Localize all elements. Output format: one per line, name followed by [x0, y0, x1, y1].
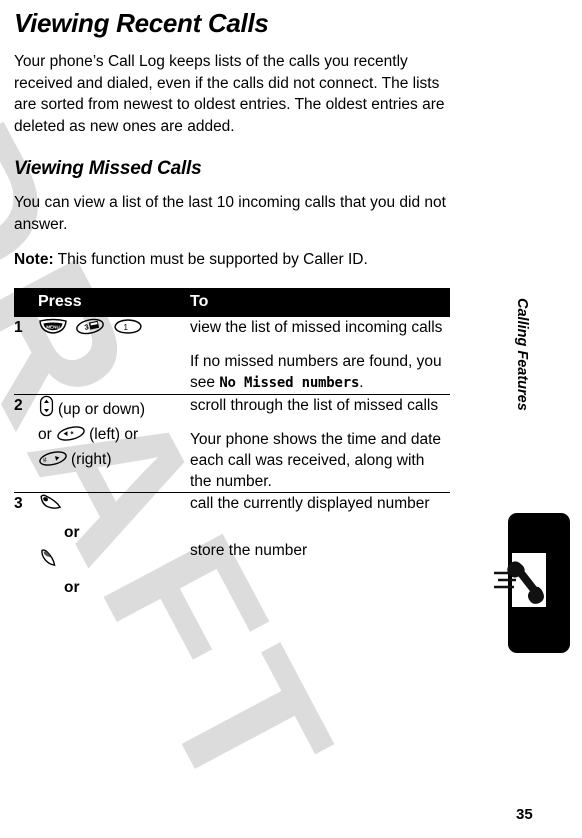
press-conjunction: or [38, 425, 57, 443]
column-header-to: To [190, 287, 450, 317]
device-message: No Missed numbers [219, 374, 360, 391]
svg-text:1: 1 [123, 323, 128, 332]
pound-key-label: (right) [71, 450, 112, 468]
press-line: (up or down) [38, 395, 190, 422]
step-press-cell: or or [38, 491, 190, 603]
svg-text:*: * [70, 429, 76, 439]
svg-text:MENU: MENU [46, 324, 60, 329]
step-number: 1 [14, 318, 23, 336]
step-press-cell: MENU 3 1 [38, 317, 190, 395]
nav-key-label: (up or down) [58, 400, 146, 418]
intro-paragraph: Your phone’s Call Log keeps lists of the… [14, 53, 445, 135]
step-to-cell: scroll through the list of missed calls … [190, 393, 450, 492]
or-separator: or [64, 578, 80, 596]
procedure-table: Press To 1 MENU 3 1 view the list of mis… [14, 287, 450, 603]
send-key-icon [38, 493, 64, 513]
step-to-cell: view the list of missed incoming calls I… [190, 317, 450, 395]
three-key-icon: 3 [75, 318, 105, 335]
table-header-row: Press To [14, 287, 450, 317]
one-key-icon: 1 [113, 318, 143, 335]
column-header-press: Press [38, 287, 190, 317]
store-key-icon [38, 548, 64, 568]
note-text: This function must be supported by Calle… [53, 251, 368, 268]
running-head: Calling Features [514, 298, 530, 411]
step-to-cell: call the currently displayed number stor… [190, 491, 450, 603]
step-to-text-device: If no missed numbers are found, you see … [190, 351, 450, 394]
step-to-text: view the list of missed incoming calls [190, 318, 443, 336]
page-title: Viewing Recent Calls [14, 8, 269, 38]
press-line [38, 548, 190, 573]
section-heading: Viewing Missed Calls [14, 158, 202, 179]
star-key-label: (left) or [89, 425, 139, 443]
step-to-text: store the number [190, 541, 308, 559]
main-column: Viewing Recent Calls Your phone’s Call L… [14, 0, 450, 603]
svg-text:3: 3 [84, 322, 90, 332]
page-content: Viewing Recent Calls Your phone’s Call L… [0, 0, 582, 838]
phone-handset-icon [492, 545, 562, 615]
table-row: 3 or or call the currently displayed num… [14, 491, 450, 603]
press-line: or * (left) or [38, 422, 190, 447]
step-to-text: scroll through the list of missed calls [190, 396, 439, 414]
table-row: 1 MENU 3 1 view the list of missed incom… [14, 317, 450, 395]
note-paragraph: Note: This function must be supported by… [14, 235, 450, 271]
star-key-icon: * [56, 425, 86, 442]
press-line: # (right) [38, 447, 190, 472]
step-number: 2 [14, 393, 38, 492]
device-text-suffix: . [359, 373, 364, 391]
step-to-text: Your phone shows the time and date each … [190, 430, 442, 490]
nav-key-icon [38, 395, 55, 417]
column-header-number [14, 287, 38, 317]
svg-text:#: # [42, 456, 48, 464]
or-separator: or [64, 523, 80, 541]
step-to-text: call the currently displayed number [190, 494, 430, 512]
section-paragraph: You can view a list of the last 10 incom… [14, 194, 446, 233]
note-label: Note: [14, 251, 54, 268]
step-press-cell: (up or down) or * (left) or # (right) [38, 393, 190, 492]
press-line [38, 493, 190, 518]
pound-key-icon: # [38, 450, 68, 467]
page-number: 35 [516, 806, 533, 823]
menu-key-icon: MENU [38, 318, 68, 335]
table-row: 2 (up or down) or * (left) or # (right) … [14, 393, 450, 492]
step-number: 3 [14, 491, 38, 603]
running-head-container: Calling Features [514, 298, 550, 438]
